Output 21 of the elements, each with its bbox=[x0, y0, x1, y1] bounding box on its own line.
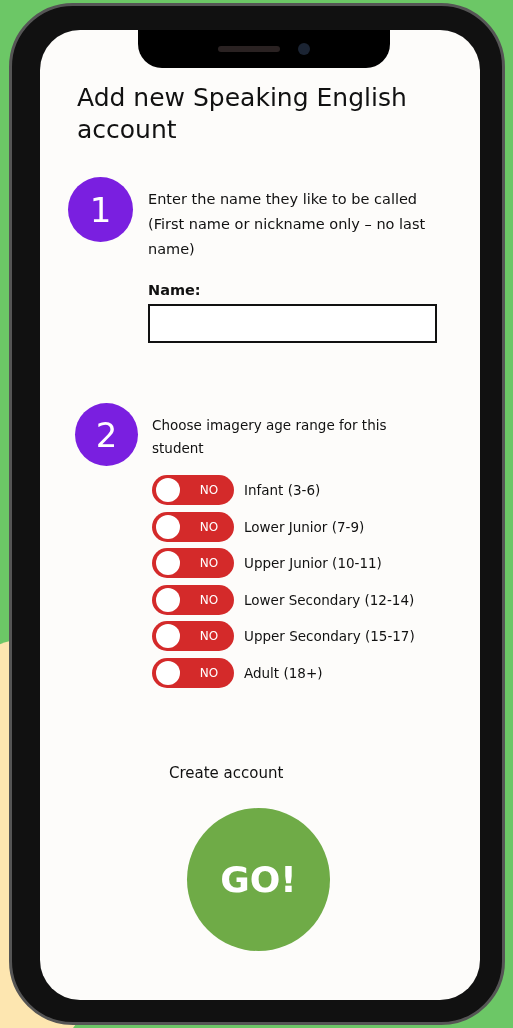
step-number-badge: 1 bbox=[68, 177, 133, 242]
option-label: Upper Junior (10-11) bbox=[244, 555, 382, 571]
create-account-label: Create account bbox=[169, 763, 285, 782]
instruction-text: Enter the name they like to be called (First name or nickname only – no last name) bbox=[148, 190, 427, 259]
option-label: Lower Junior (7-9) bbox=[244, 518, 365, 535]
option-label: Lower Secondary (12-14) bbox=[244, 591, 415, 608]
toggle-switch[interactable]: NO bbox=[152, 511, 234, 542]
toggle-switch[interactable]: NO bbox=[152, 657, 234, 688]
toggle-switch[interactable]: NO bbox=[152, 548, 234, 578]
toggle-switch[interactable]: NO bbox=[152, 584, 234, 615]
option-label: Upper Secondary (15-17) bbox=[244, 628, 415, 644]
option-label: Infant (3-6) bbox=[244, 482, 321, 498]
option-label: Adult (18+) bbox=[244, 664, 323, 681]
step-number-badge: 2 bbox=[75, 403, 138, 466]
toggle-switch[interactable]: NO bbox=[152, 621, 234, 651]
page-title: Add new Speaking English account bbox=[77, 82, 408, 146]
name-input-field[interactable] bbox=[148, 304, 437, 343]
toggle-switch[interactable]: NO bbox=[152, 475, 234, 505]
field-label: Name: bbox=[148, 282, 202, 298]
instruction-text: Choose imagery age range for this student bbox=[152, 416, 388, 458]
go-button[interactable]: GO! bbox=[187, 807, 330, 951]
